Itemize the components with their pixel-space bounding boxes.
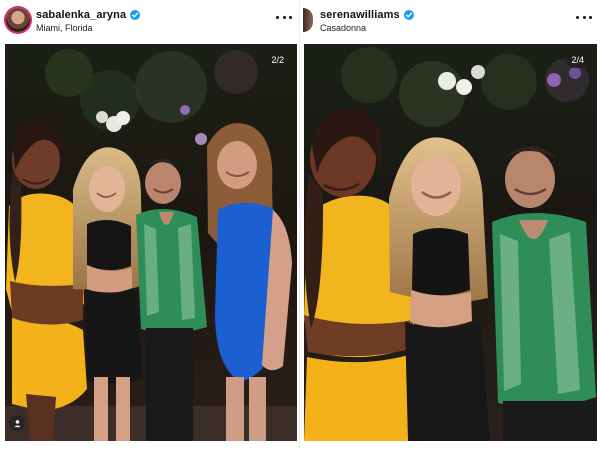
username-link[interactable]: sabalenka_aryna [36, 9, 126, 21]
location-link[interactable]: Miami, Florida [36, 23, 93, 33]
location-link[interactable]: Casadonna [320, 23, 366, 33]
post-header: sabalenka_aryna Miami, Florida [0, 0, 300, 42]
carousel-counter: 2/2 [266, 53, 289, 68]
user-tag-icon[interactable] [9, 415, 25, 431]
more-options-icon[interactable] [576, 12, 592, 22]
profile-avatar[interactable] [303, 8, 313, 32]
group-photo-left [5, 44, 297, 441]
post-photo[interactable]: 2/2 [5, 44, 297, 441]
post-header: serenawilliams Casadonna [300, 0, 600, 42]
verified-icon [130, 10, 141, 20]
post-serena: serenawilliams Casadonna 2/4 [300, 0, 600, 449]
verified-icon [403, 10, 414, 20]
username-row: sabalenka_aryna [36, 8, 141, 22]
carousel-counter: 2/4 [566, 53, 589, 68]
post-sabalenka: sabalenka_aryna Miami, Florida 2/2 [0, 0, 300, 449]
post-photo[interactable]: 2/4 [304, 44, 597, 441]
username-link[interactable]: serenawilliams [320, 9, 400, 21]
more-options-icon[interactable] [276, 12, 292, 22]
profile-avatar[interactable] [6, 8, 30, 32]
group-photo-right [304, 44, 597, 441]
username-row: serenawilliams [320, 8, 414, 22]
